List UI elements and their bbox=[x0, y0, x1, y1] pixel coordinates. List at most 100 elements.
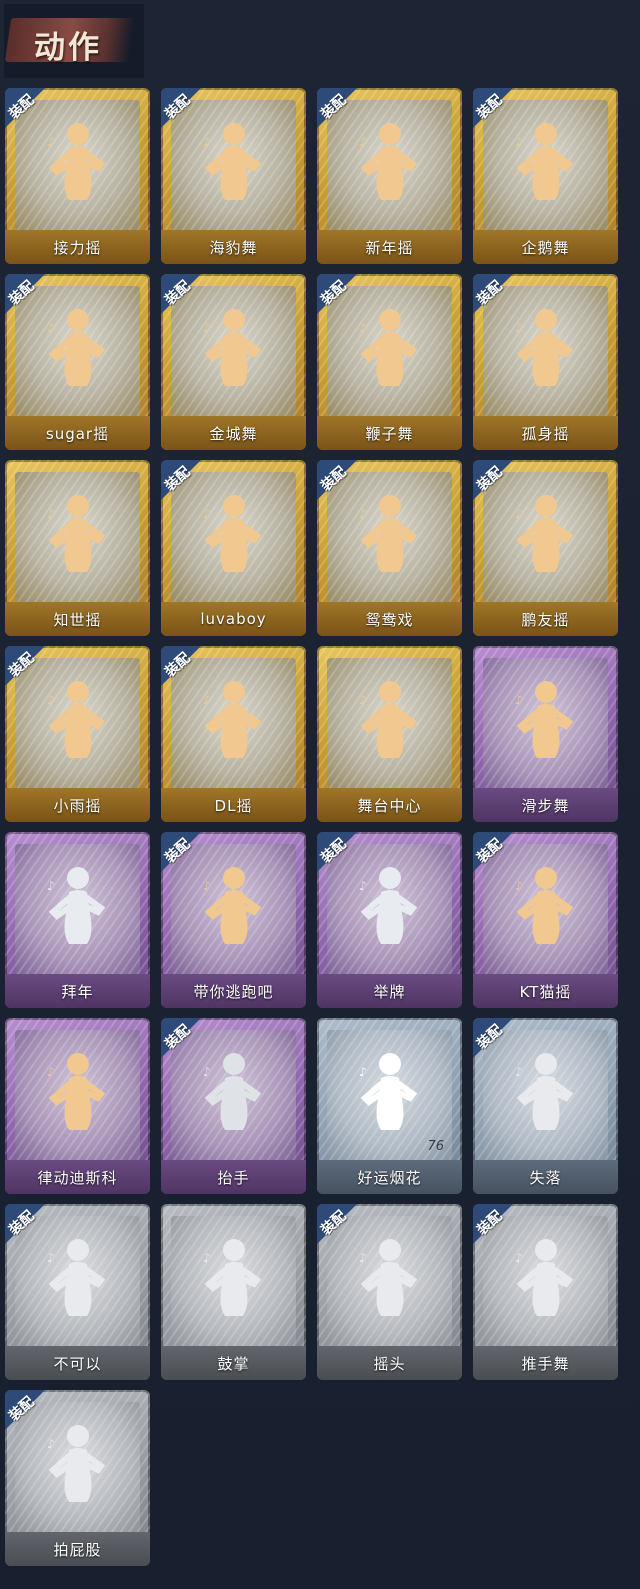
dancer-figure-icon: ♪ bbox=[515, 495, 573, 572]
music-note-icon: ♪ bbox=[359, 135, 367, 149]
emote-card[interactable]: ♪ 装配 DL摇 bbox=[161, 646, 306, 822]
emote-card[interactable]: ♪ 装配 鞭子舞 bbox=[317, 274, 462, 450]
emote-card[interactable]: ♪ 装配 金城舞 bbox=[161, 274, 306, 450]
card-label-bar: 拍屁股 bbox=[5, 1532, 150, 1566]
emote-card[interactable]: ♪ 装配 鸳鸯戏 bbox=[317, 460, 462, 636]
emote-card[interactable]: ♪ 装配 小雨摇 bbox=[5, 646, 150, 822]
emote-card[interactable]: ♪ 装配 孤身摇 bbox=[473, 274, 618, 450]
dancer-figure-icon: ♪ bbox=[359, 1053, 417, 1130]
music-note-icon: ♪ bbox=[203, 879, 211, 893]
music-note-icon: ♪ bbox=[203, 507, 211, 521]
emote-card[interactable]: ♪ 76 好运烟花 bbox=[317, 1018, 462, 1194]
item-count: 76 bbox=[427, 1139, 444, 1154]
emote-name: 海豹舞 bbox=[209, 238, 258, 257]
dancer-figure-icon: ♪ bbox=[47, 1425, 105, 1502]
emote-card[interactable]: ♪ 鼓掌 bbox=[161, 1204, 306, 1380]
figure-head bbox=[222, 681, 245, 703]
dancer-figure-icon: ♪ bbox=[203, 1053, 261, 1130]
figure-head bbox=[66, 1239, 89, 1261]
emote-card[interactable]: ♪ 装配 推手舞 bbox=[473, 1204, 618, 1380]
card-label-bar: DL摇 bbox=[161, 788, 306, 822]
music-note-icon: ♪ bbox=[515, 135, 523, 149]
music-note-icon: ♪ bbox=[515, 507, 523, 521]
emote-card[interactable]: ♪ 装配 失落 bbox=[473, 1018, 618, 1194]
emote-card[interactable]: ♪ 装配 企鹅舞 bbox=[473, 88, 618, 264]
figure-head bbox=[222, 495, 245, 517]
figure-head bbox=[378, 867, 401, 889]
emote-card[interactable]: ♪ 滑步舞 bbox=[473, 646, 618, 822]
emote-name: 失落 bbox=[529, 1168, 562, 1187]
figure-head bbox=[222, 867, 245, 889]
figure-head bbox=[66, 309, 89, 331]
emote-card[interactable]: ♪ 装配 接力摇 bbox=[5, 88, 150, 264]
emote-name: 拜年 bbox=[61, 982, 94, 1001]
music-note-icon: ♪ bbox=[47, 1437, 55, 1451]
card-label-bar: KT猫摇 bbox=[473, 974, 618, 1008]
dancer-figure-icon: ♪ bbox=[359, 1239, 417, 1316]
card-label-bar: 企鹅舞 bbox=[473, 230, 618, 264]
music-note-icon: ♪ bbox=[359, 507, 367, 521]
dancer-figure-icon: ♪ bbox=[359, 123, 417, 200]
card-label-bar: 推手舞 bbox=[473, 1346, 618, 1380]
figure-head bbox=[534, 309, 557, 331]
emote-card[interactable]: ♪ 装配 KT猫摇 bbox=[473, 832, 618, 1008]
figure-head bbox=[534, 495, 557, 517]
card-label-bar: 鞭子舞 bbox=[317, 416, 462, 450]
card-label-bar: 金城舞 bbox=[161, 416, 306, 450]
emote-name: 鼓掌 bbox=[217, 1354, 250, 1373]
emote-card[interactable]: ♪ 装配 海豹舞 bbox=[161, 88, 306, 264]
card-label-bar: 孤身摇 bbox=[473, 416, 618, 450]
music-note-icon: ♪ bbox=[203, 135, 211, 149]
music-note-icon: ♪ bbox=[47, 135, 55, 149]
emote-card[interactable]: ♪ 装配 不可以 bbox=[5, 1204, 150, 1380]
dancer-figure-icon: ♪ bbox=[359, 681, 417, 758]
emote-name: 知世摇 bbox=[53, 610, 102, 629]
emote-card[interactable]: ♪ 装配 luvaboy bbox=[161, 460, 306, 636]
card-label-bar: 举牌 bbox=[317, 974, 462, 1008]
card-label-bar: 舞台中心 bbox=[317, 788, 462, 822]
card-label-bar: 滑步舞 bbox=[473, 788, 618, 822]
card-label-bar: 抬手 bbox=[161, 1160, 306, 1194]
figure-head bbox=[534, 867, 557, 889]
card-label-bar: 知世摇 bbox=[5, 602, 150, 636]
card-label-bar: 带你逃跑吧 bbox=[161, 974, 306, 1008]
music-note-icon: ♪ bbox=[515, 693, 523, 707]
emote-card[interactable]: ♪ 装配 带你逃跑吧 bbox=[161, 832, 306, 1008]
card-label-bar: sugar摇 bbox=[5, 416, 150, 450]
emote-card[interactable]: ♪ 装配 新年摇 bbox=[317, 88, 462, 264]
emote-name: 小雨摇 bbox=[53, 796, 102, 815]
emote-card[interactable]: ♪ 装配 摇头 bbox=[317, 1204, 462, 1380]
emote-card[interactable]: ♪ 装配 鹏友摇 bbox=[473, 460, 618, 636]
dancer-figure-icon: ♪ bbox=[515, 1053, 573, 1130]
figure-head bbox=[222, 309, 245, 331]
dancer-figure-icon: ♪ bbox=[203, 1239, 261, 1316]
emote-name: 接力摇 bbox=[53, 238, 102, 257]
emote-card[interactable]: ♪ 装配 抬手 bbox=[161, 1018, 306, 1194]
emote-name: 舞台中心 bbox=[357, 796, 422, 815]
card-label-bar: 海豹舞 bbox=[161, 230, 306, 264]
emote-card[interactable]: ♪ 知世摇 bbox=[5, 460, 150, 636]
dancer-figure-icon: ♪ bbox=[359, 495, 417, 572]
figure-head bbox=[534, 681, 557, 703]
music-note-icon: ♪ bbox=[203, 1251, 211, 1265]
emote-card[interactable]: ♪ 拜年 bbox=[5, 832, 150, 1008]
music-note-icon: ♪ bbox=[515, 1251, 523, 1265]
figure-head bbox=[534, 1239, 557, 1261]
emote-name: 鞭子舞 bbox=[365, 424, 414, 443]
figure-head bbox=[66, 681, 89, 703]
emote-card[interactable]: ♪ 装配 举牌 bbox=[317, 832, 462, 1008]
music-note-icon: ♪ bbox=[47, 693, 55, 707]
emote-name: 不可以 bbox=[53, 1354, 102, 1373]
dancer-figure-icon: ♪ bbox=[203, 867, 261, 944]
figure-head bbox=[222, 1053, 245, 1075]
emote-card[interactable]: ♪ 舞台中心 bbox=[317, 646, 462, 822]
emote-card[interactable]: ♪ 装配 sugar摇 bbox=[5, 274, 150, 450]
emote-name: sugar摇 bbox=[45, 424, 110, 443]
dancer-figure-icon: ♪ bbox=[47, 867, 105, 944]
dancer-figure-icon: ♪ bbox=[47, 309, 105, 386]
emote-card[interactable]: ♪ 装配 拍屁股 bbox=[5, 1390, 150, 1566]
figure-head bbox=[534, 123, 557, 145]
music-note-icon: ♪ bbox=[359, 693, 367, 707]
emote-card[interactable]: ♪ 律动迪斯科 bbox=[5, 1018, 150, 1194]
emote-name: 企鹅舞 bbox=[521, 238, 570, 257]
